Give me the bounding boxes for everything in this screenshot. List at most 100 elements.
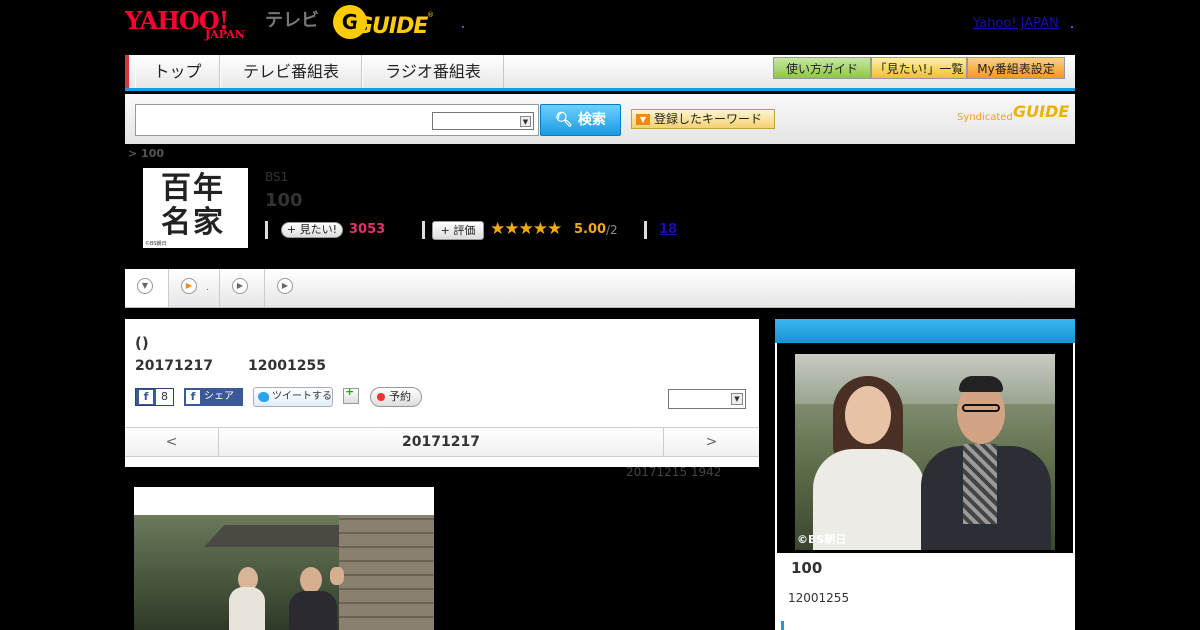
- side-accent-bar: [781, 621, 784, 630]
- breadcrumb: > 100: [128, 147, 165, 160]
- search-button-label: 検索: [577, 112, 606, 128]
- reserve-label: 予約: [389, 390, 411, 403]
- gguide-logo[interactable]: G GUIDE ®: [333, 5, 434, 41]
- broadcast-date: 20171217: [135, 358, 213, 374]
- review-count-link[interactable]: 18: [659, 222, 677, 237]
- current-date: 20171217: [402, 434, 480, 450]
- chevron-down-icon: ▼: [731, 393, 743, 405]
- share-select[interactable]: ▼: [668, 389, 746, 409]
- photo-person-hair: [959, 376, 1003, 392]
- chevron-down-icon: ▼: [137, 278, 153, 294]
- chevron-down-icon: ▼: [636, 114, 650, 125]
- side-panel: ©BS朝日 100 12001255: [775, 319, 1075, 630]
- search-button[interactable]: 🔍︎ 検索: [540, 104, 621, 136]
- tweet-button[interactable]: ツイートする: [253, 387, 333, 407]
- program-photo: [134, 515, 434, 630]
- keyword-button-label: 登録したキーワード: [654, 112, 763, 126]
- twitter-bird-icon: [258, 392, 269, 402]
- play-icon: ▶: [181, 278, 197, 294]
- photo-person-head: [300, 567, 322, 593]
- syndicated-gguide-logo: GUIDE: [1013, 102, 1070, 121]
- registered-keyword-button[interactable]: ▼ 登録したキーワード: [631, 109, 775, 129]
- sub-tab-3[interactable]: ▶: [220, 269, 265, 307]
- mitai-button[interactable]: + 見たい!: [281, 222, 343, 238]
- side-photo-frame: ©BS朝日: [777, 343, 1073, 553]
- play-icon: ▶: [277, 278, 293, 294]
- rating-count: /2: [606, 223, 618, 237]
- previous-date-button[interactable]: <: [125, 428, 219, 456]
- photo-person-face: [845, 386, 891, 444]
- tv-label: テレビ: [265, 10, 319, 31]
- program-logo-mark: 百年名家: [161, 171, 225, 240]
- nav-edge: [125, 55, 129, 88]
- rating-stars: ★★★★★: [490, 219, 562, 239]
- facebook-like-count: 8: [156, 389, 173, 405]
- plus-icon: +: [286, 223, 297, 236]
- yahoo-japan-link[interactable]: Yahoo! JAPAN: [973, 16, 1059, 31]
- nav-tab-radio-schedule[interactable]: ラジオ番組表: [362, 55, 504, 88]
- side-program-photo[interactable]: ©BS朝日: [795, 354, 1055, 550]
- header-dot: [462, 26, 464, 28]
- facebook-like-button[interactable]: f 8: [135, 388, 174, 406]
- side-program-title[interactable]: 100: [791, 559, 822, 577]
- record-icon: [377, 393, 385, 401]
- rating-value: 5.00: [574, 222, 607, 237]
- photo-scarf: [963, 444, 997, 524]
- plus-icon: +: [345, 385, 355, 398]
- play-icon: ▶: [232, 278, 248, 294]
- thumbnail-credit: ©BS朝日: [145, 241, 167, 247]
- my-schedule-settings-button[interactable]: My番組表設定: [967, 57, 1065, 79]
- program-sub-tabs: ▼ ▶ . ▶ ▶: [125, 269, 1075, 308]
- photo-wall: [339, 515, 434, 630]
- date-navigation: < 20171217 >: [125, 427, 759, 457]
- content-photo-box: [134, 487, 434, 630]
- photo-person-body: [229, 587, 265, 630]
- channel-name: BS1: [265, 170, 289, 184]
- side-program-time: 12001255: [788, 591, 850, 605]
- photo-glasses: [962, 404, 1000, 412]
- program-thumbnail: 百年名家 ©BS朝日: [143, 168, 248, 248]
- nav-tab-top[interactable]: トップ: [135, 55, 220, 88]
- mitai-count: 3053: [349, 222, 386, 237]
- photo-sky: [795, 354, 1055, 404]
- episode-title: (): [135, 334, 149, 352]
- photo-person-body: [289, 591, 337, 630]
- episode-panel: () 20171217 12001255 f 8 f シェア ツイートする + …: [125, 319, 759, 467]
- plus-icon: +: [440, 224, 450, 237]
- separator: [265, 221, 268, 239]
- broadcast-time: 12001255: [248, 358, 326, 374]
- sub-tab-1[interactable]: ▼: [125, 269, 169, 307]
- sub-tab-4[interactable]: ▶: [265, 269, 305, 307]
- tweet-label: ツイートする: [272, 391, 332, 402]
- search-category-select[interactable]: ▼: [432, 112, 534, 130]
- facebook-share-label: シェア: [204, 391, 234, 402]
- facebook-icon: f: [186, 390, 200, 404]
- usage-guide-button[interactable]: 使い方ガイド: [773, 57, 871, 79]
- program-title: 100: [265, 190, 303, 211]
- header-dot: [1071, 26, 1073, 28]
- rate-label: 評価: [453, 224, 476, 237]
- mitai-list-button[interactable]: 「見たい!」一覧: [871, 57, 967, 79]
- search-icon: 🔍︎: [555, 112, 573, 128]
- reserve-recording-button[interactable]: 予約: [370, 387, 422, 407]
- separator: [422, 221, 425, 239]
- rate-button[interactable]: + 評価: [432, 221, 484, 240]
- photo-credit: ©BS朝日: [797, 533, 847, 546]
- mitai-label: 見たい!: [299, 223, 338, 236]
- sub-tab-2[interactable]: ▶ .: [169, 269, 220, 307]
- sub-tab-2-label: .: [206, 283, 209, 293]
- nav-tab-tv-schedule[interactable]: テレビ番組表: [220, 55, 362, 88]
- side-panel-header: [775, 319, 1075, 343]
- site-header: YAHOO! JAPAN テレビ G GUIDE ® Yahoo! JAPAN: [125, 0, 1075, 50]
- next-date-button[interactable]: >: [663, 428, 759, 456]
- yahoo-japan-logo[interactable]: YAHOO! JAPAN: [125, 4, 265, 44]
- syndicated-label: Syndicated: [957, 112, 1013, 123]
- add-bookmark-icon[interactable]: +: [343, 385, 359, 404]
- global-nav: トップ テレビ番組表 ラジオ番組表 使い方ガイド 「見たい!」一覧 My番組表設…: [125, 55, 1075, 91]
- updated-at: 20171215 1942: [626, 465, 722, 479]
- photo-waving-hand: [330, 567, 344, 585]
- chevron-down-icon: ▼: [520, 116, 531, 127]
- facebook-icon: f: [139, 390, 153, 404]
- facebook-share-button[interactable]: f シェア: [184, 388, 243, 406]
- gguide-logo-text: GUIDE: [355, 14, 428, 39]
